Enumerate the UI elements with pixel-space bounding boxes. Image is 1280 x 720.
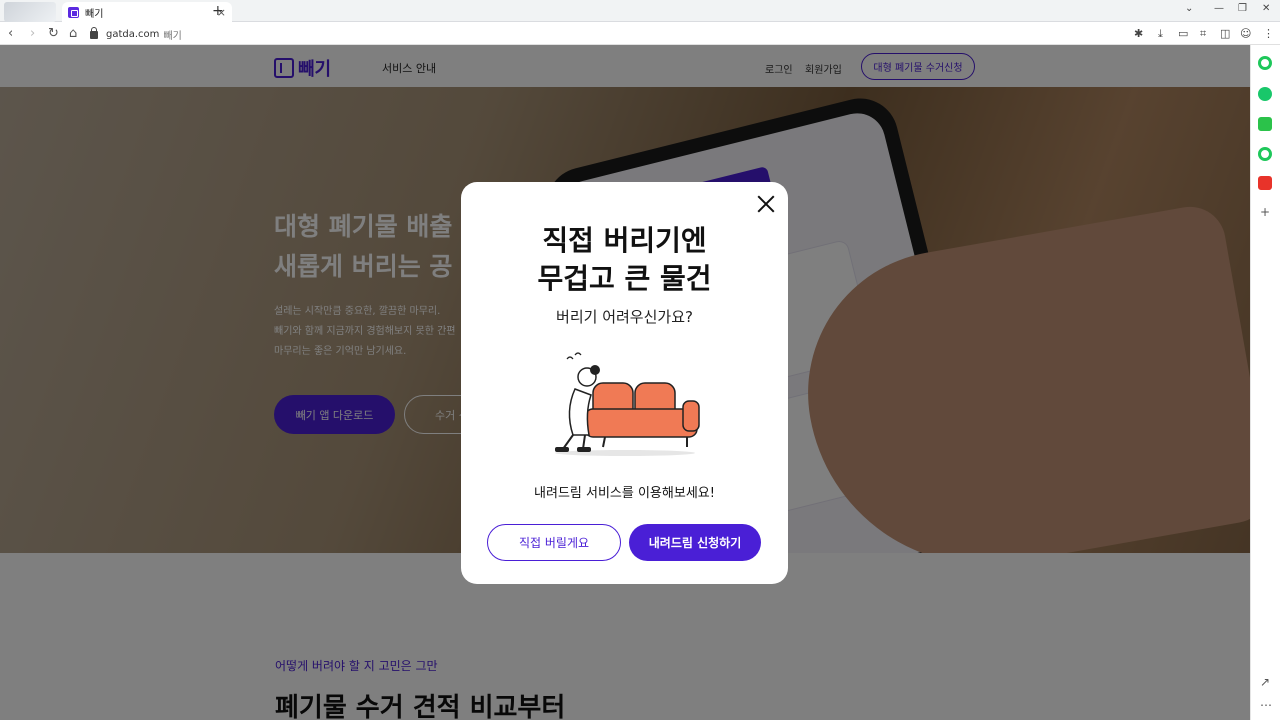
play-app-icon[interactable] — [1258, 87, 1272, 101]
download-icon[interactable]: ⤓ — [1158, 27, 1163, 41]
browser-toolbar: ‹ › ↻ ⌂ gatda.com 빼기 ✱ ⤓ ▭ ⌗ ◫ ☺ ⋮ — [0, 23, 1280, 45]
tab-preview-thumbnail[interactable] — [4, 2, 56, 22]
address-bar[interactable]: gatda.com 빼기 — [90, 26, 1150, 43]
green-app-icon[interactable] — [1258, 147, 1272, 161]
close-icon[interactable] — [754, 192, 778, 216]
browser-tab-active[interactable]: 빼기 × — [62, 2, 232, 22]
panel-more-icon[interactable]: … — [1260, 695, 1272, 709]
menu-icon[interactable]: ⋮ — [1263, 27, 1274, 40]
home-icon[interactable]: ⌂ — [69, 26, 77, 42]
person-lifting-sofa-illustration — [555, 352, 700, 456]
web-page: 빼기 서비스 안내 로그인 회원가입 대형 폐기물 수거신청 대형 폐기물 배출… — [0, 45, 1250, 720]
browser-side-panel: + ↗ … — [1250, 45, 1280, 720]
tab-title: 빼기 — [85, 8, 104, 20]
open-external-icon[interactable]: ↗ — [1260, 675, 1270, 689]
split-view-icon[interactable]: ◫ — [1220, 27, 1230, 40]
capture-icon[interactable]: ⌗ — [1200, 27, 1206, 41]
modal-title-line: 직접 버리기엔 — [542, 224, 707, 257]
modal-note: 내려드림 서비스를 이용해보세요! — [534, 486, 715, 501]
minimize-icon[interactable]: — — [1214, 3, 1224, 14]
self-disposal-button[interactable]: 직접 버릴게요 — [487, 524, 621, 561]
reload-icon[interactable]: ↻ — [48, 26, 59, 42]
now-app-icon[interactable] — [1258, 176, 1272, 190]
tab-search-icon[interactable]: ⌄ — [1185, 3, 1193, 14]
url-domain: gatda.com — [106, 29, 160, 40]
browser-tabstrip: 빼기 × + ⌄ — ❐ ✕ — [0, 0, 1280, 22]
modal-subtitle: 버리기 어려우신가요? — [556, 308, 693, 326]
popup-modal: 직접 버리기엔 무겁고 큰 물건 버리기 어려우신가요? 내려드림 서비스를 이… — [461, 182, 788, 584]
modal-title: 직접 버리기엔 무겁고 큰 물건 — [461, 222, 788, 298]
restore-icon[interactable]: ❐ — [1238, 3, 1247, 14]
lock-icon[interactable] — [90, 26, 98, 39]
add-panel-icon[interactable]: + — [1260, 205, 1270, 219]
forward-icon[interactable]: › — [30, 26, 35, 42]
extensions-icon[interactable]: ✱ — [1134, 27, 1143, 40]
talk-app-icon[interactable] — [1258, 117, 1272, 131]
delivery-service-apply-button[interactable]: 내려드림 신청하기 — [629, 524, 761, 561]
url-page-title: 빼기 — [163, 31, 182, 42]
modal-title-line: 무겁고 큰 물건 — [537, 262, 712, 295]
sidebar-app-icon[interactable] — [1258, 56, 1272, 70]
profile-icon[interactable]: ☺ — [1240, 27, 1251, 40]
window-close-icon[interactable]: ✕ — [1262, 3, 1270, 14]
media-icon[interactable]: ▭ — [1178, 27, 1188, 40]
back-icon[interactable]: ‹ — [8, 26, 13, 42]
new-tab-button[interactable]: + — [212, 2, 224, 20]
site-favicon-icon — [68, 6, 79, 18]
